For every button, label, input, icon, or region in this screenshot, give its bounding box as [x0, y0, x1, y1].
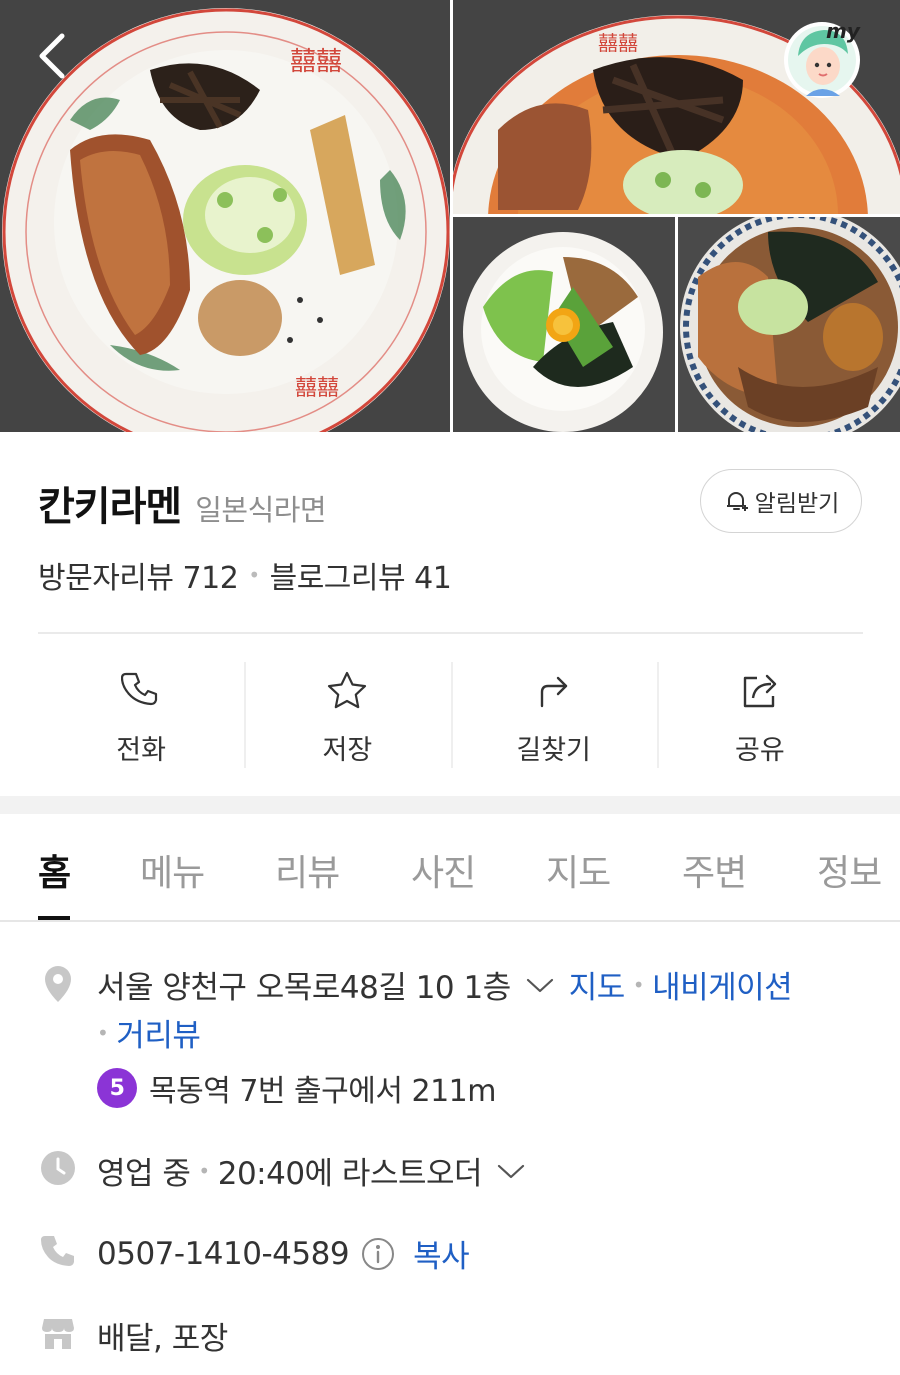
subway-text: 목동역 7번 출구에서 211m: [149, 1074, 496, 1109]
section-spacer: [0, 796, 900, 814]
alarm-label: 알림받기: [754, 491, 840, 517]
info-icon[interactable]: [361, 1237, 395, 1271]
place-title-row: 칸키라멘 일본식라면: [38, 474, 327, 532]
subway-line-badge: 5: [97, 1068, 137, 1108]
store-icon: [42, 1319, 74, 1349]
save-button[interactable]: 저장: [244, 660, 450, 770]
action-bar: 전화 저장 길찾기 공유: [38, 660, 863, 770]
business-hours-row[interactable]: 영업 중 • 20:40에 라스트오더: [97, 1148, 540, 1193]
directions-icon: [540, 676, 567, 708]
tab-home[interactable]: 홈: [38, 844, 71, 896]
navigation-link[interactable]: 내비게이션: [652, 962, 793, 1007]
star-icon: [328, 671, 367, 709]
street-view-row: • 거리뷰: [97, 1010, 201, 1055]
directions-button[interactable]: 길찾기: [450, 660, 657, 770]
phone-icon: [121, 672, 158, 706]
back-button[interactable]: [30, 30, 80, 86]
street-view-link[interactable]: 거리뷰: [116, 1010, 201, 1055]
phone-row: 0507-1410-4589 복사: [97, 1231, 470, 1276]
divider: [38, 632, 863, 634]
chevron-down-icon[interactable]: [496, 1161, 526, 1181]
tab-review[interactable]: 리뷰: [275, 844, 340, 896]
address-text: 서울 양천구 오목로48길 10 1층: [97, 970, 511, 1006]
place-name: 칸키라멘: [38, 484, 182, 530]
services-text: 배달, 포장: [97, 1321, 228, 1357]
tab-menu[interactable]: 메뉴: [140, 844, 205, 896]
review-summary: 방문자리뷰 712 • 블로그리뷰 41: [38, 553, 452, 597]
photo-gallery: 囍囍 囍囍 囍囍 my: [0, 0, 900, 432]
phone-icon: [41, 1236, 74, 1266]
blog-review-label: 블로그리뷰: [269, 561, 406, 596]
chevron-left-icon: [39, 33, 65, 79]
gallery-photo-mazesoba[interactable]: [453, 217, 675, 432]
tab-bar: 홈 메뉴 리뷰 사진 지도 주변 정보: [0, 814, 900, 922]
blog-review-count: 41: [414, 561, 452, 596]
share-label: 공유: [735, 735, 785, 766]
visitor-review-count: 712: [182, 561, 239, 596]
open-status: 영업 중: [97, 1156, 191, 1192]
svg-text:囍囍: 囍囍: [598, 31, 638, 55]
place-category: 일본식라면: [195, 493, 327, 527]
directions-label: 길찾기: [516, 735, 591, 766]
call-button[interactable]: 전화: [38, 660, 244, 770]
separator-dot: •: [632, 972, 645, 997]
bell-plus-icon: [726, 492, 748, 511]
my-avatar-icon: my: [784, 19, 861, 98]
clock-icon: [41, 1151, 75, 1185]
svg-text:囍囍: 囍囍: [290, 47, 342, 77]
alarm-subscribe-button[interactable]: 알림받기: [700, 469, 862, 533]
my-profile-button[interactable]: my: [780, 16, 868, 100]
save-label: 저장: [322, 735, 373, 766]
map-link[interactable]: 지도: [569, 962, 626, 1007]
chevron-down-icon[interactable]: [525, 975, 555, 995]
tab-map[interactable]: 지도: [546, 844, 611, 896]
call-label: 전화: [116, 735, 166, 766]
phone-number[interactable]: 0507-1410-4589: [97, 1236, 350, 1272]
visitor-review-label: 방문자리뷰: [38, 561, 174, 596]
blog-review-link[interactable]: 블로그리뷰 41: [270, 553, 452, 597]
active-tab-indicator: [38, 916, 70, 920]
svg-text:囍囍: 囍囍: [295, 376, 339, 401]
location-pin-icon: [45, 966, 71, 1002]
separator-dot: •: [97, 1020, 109, 1045]
tab-photo[interactable]: 사진: [411, 844, 476, 896]
share-icon: [743, 674, 777, 708]
subway-info: 5 목동역 7번 출구에서 211m: [97, 1066, 496, 1110]
share-button[interactable]: 공유: [656, 660, 863, 770]
tab-nearby[interactable]: 주변: [682, 844, 747, 896]
last-order: 20:40에 라스트오더: [217, 1156, 483, 1192]
svg-text:my: my: [826, 19, 861, 43]
address-row: 서울 양천구 오목로48길 10 1층 지도 • 내비게이션: [97, 962, 793, 1007]
gallery-photo-donburi[interactable]: [678, 217, 900, 432]
copy-button[interactable]: 복사: [413, 1231, 470, 1276]
separator-dot: •: [198, 1158, 210, 1183]
visitor-review-link[interactable]: 방문자리뷰 712: [38, 553, 239, 597]
tab-info[interactable]: 정보: [817, 844, 882, 896]
separator-dot: •: [248, 563, 260, 587]
